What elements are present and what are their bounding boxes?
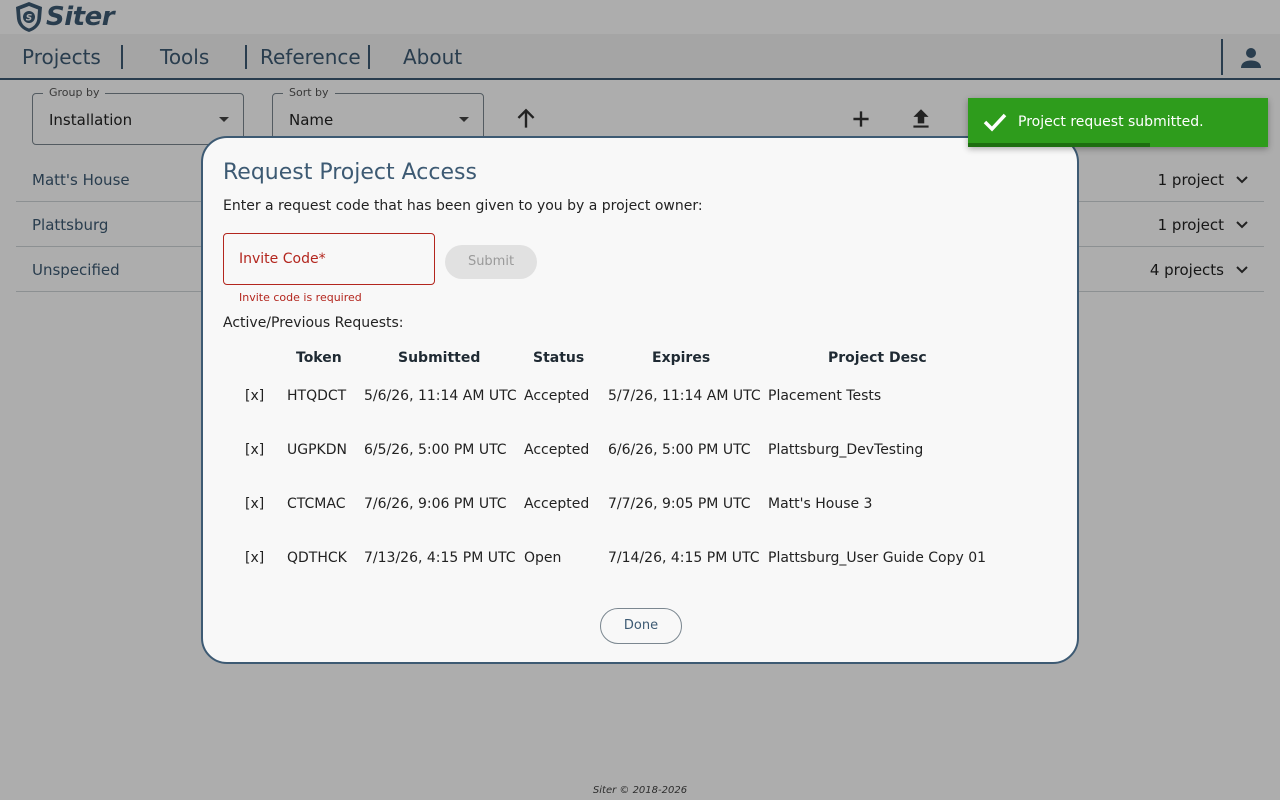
request-submitted: 7/6/26, 9:06 PM UTC: [364, 496, 507, 512]
delete-request-button[interactable]: [x]: [245, 550, 264, 566]
request-status: Accepted: [524, 442, 590, 458]
request-token: CTCMAC: [287, 496, 346, 512]
col-expires-header: Expires: [652, 350, 711, 366]
success-toast[interactable]: Project request submitted.: [968, 98, 1268, 147]
request-submitted: 7/13/26, 4:15 PM UTC: [364, 550, 516, 566]
invite-code-field[interactable]: Invite Code*: [223, 233, 435, 285]
request-submitted: 6/5/26, 5:00 PM UTC: [364, 442, 507, 458]
invite-code-error: Invite code is required: [239, 291, 362, 304]
request-expires: 5/7/26, 11:14 AM UTC: [608, 388, 761, 404]
col-token-header: Token: [296, 350, 342, 366]
request-expires: 7/7/26, 9:05 PM UTC: [608, 496, 751, 512]
request-submitted: 5/6/26, 11:14 AM UTC: [364, 388, 517, 404]
request-expires: 6/6/26, 5:00 PM UTC: [608, 442, 751, 458]
invite-code-input[interactable]: [224, 234, 434, 284]
col-desc-header: Project Desc: [828, 350, 927, 366]
dialog-subtitle: Enter a request code that has been given…: [223, 198, 703, 214]
delete-request-button[interactable]: [x]: [245, 388, 264, 404]
requests-heading: Active/Previous Requests:: [223, 315, 404, 331]
toast-timer-bar: [968, 143, 1150, 147]
request-status: Accepted: [524, 388, 590, 404]
delete-request-button[interactable]: [x]: [245, 442, 264, 458]
submit-button[interactable]: Submit: [445, 245, 537, 279]
checkmark-icon: [983, 113, 1007, 132]
request-project-desc: Plattsburg_DevTesting: [768, 442, 924, 458]
request-token: UGPKDN: [287, 442, 347, 458]
request-expires: 7/14/26, 4:15 PM UTC: [608, 550, 760, 566]
request-status: Open: [524, 550, 562, 566]
col-status-header: Status: [533, 350, 585, 366]
request-project-desc: Matt's House 3: [768, 496, 873, 512]
request-token: QDTHCK: [287, 550, 347, 566]
delete-request-button[interactable]: [x]: [245, 496, 264, 512]
col-submitted-header: Submitted: [398, 350, 481, 366]
request-project-desc: Plattsburg_User Guide Copy 01: [768, 550, 987, 566]
request-token: HTQDCT: [287, 388, 347, 404]
request-status: Accepted: [524, 496, 590, 512]
request-project-desc: Placement Tests: [768, 388, 882, 404]
done-button[interactable]: Done: [600, 608, 682, 644]
request-access-dialog: Request Project Access Enter a request c…: [201, 136, 1079, 664]
dialog-title: Request Project Access: [223, 160, 477, 185]
toast-message: Project request submitted.: [1018, 114, 1204, 130]
